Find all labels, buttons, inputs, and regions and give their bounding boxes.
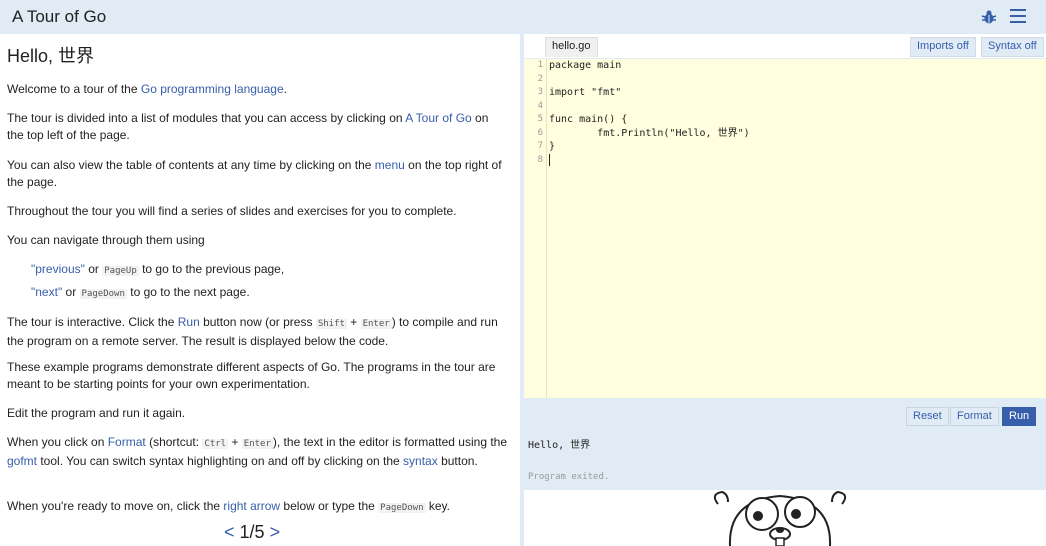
reset-button[interactable]: Reset <box>906 407 949 426</box>
code-area[interactable]: package main import "fmt" func main() { fm… <box>546 59 1046 398</box>
output-toolbar: Reset Format Run <box>524 398 1046 426</box>
line-number: 1 <box>537 60 543 70</box>
paragraph: When you're ready to move on, click the … <box>7 499 450 513</box>
format-link[interactable]: Format <box>108 435 146 449</box>
tour-of-go-link[interactable]: A Tour of Go <box>405 111 472 125</box>
paragraph: Throughout the tour you will find a seri… <box>7 204 457 218</box>
list-item: "next" or PageDown to go to the next pag… <box>31 285 250 299</box>
code-line[interactable] <box>549 153 1046 168</box>
next-page-button[interactable]: > <box>270 522 281 542</box>
output-panel: Hello, 世界 Program exited. <box>524 426 1046 490</box>
run-link[interactable]: Run <box>178 315 200 329</box>
line-number: 2 <box>537 73 543 84</box>
key-label: Enter <box>360 319 392 329</box>
paragraph: You can navigate through them using <box>7 233 205 247</box>
paragraph: The tour is divided into a list of modul… <box>7 111 489 142</box>
editor-toolbar: hello.go Imports off Syntax off <box>524 34 1046 59</box>
code-line[interactable]: import "fmt" <box>549 86 1046 100</box>
line-number: 3 <box>537 87 543 97</box>
right-arrow-link[interactable]: right arrow <box>223 499 280 513</box>
format-button[interactable]: Format <box>950 407 999 426</box>
key-label: Ctrl <box>202 439 229 449</box>
paragraph: When you click on Format (shortcut: Ctrl… <box>7 435 508 468</box>
lesson-title: Hello, 世界 <box>7 46 95 66</box>
paragraph: Edit the program and run it again. <box>7 406 186 420</box>
key-label: PageUp <box>102 266 139 276</box>
program-output: Hello, 世界 <box>528 440 591 451</box>
text-cursor <box>549 153 550 166</box>
code-line[interactable] <box>549 100 1046 114</box>
line-number: 4 <box>537 100 543 111</box>
key-label: PageDown <box>378 503 426 513</box>
paragraph: You can also view the table of contents … <box>7 158 502 189</box>
key-label: Enter <box>241 439 273 449</box>
file-tab[interactable]: hello.go <box>545 37 598 57</box>
app-title-link[interactable]: A Tour of Go <box>12 7 106 27</box>
code-line[interactable] <box>549 73 1046 87</box>
next-link[interactable]: "next" <box>31 285 62 299</box>
run-button[interactable]: Run <box>1002 407 1037 426</box>
code-line[interactable]: fmt.Println("Hello, 世界") <box>549 127 1046 141</box>
line-number: 6 <box>537 127 543 138</box>
previous-link[interactable]: "previous" <box>31 262 85 276</box>
imports-toggle-button[interactable]: Imports off <box>910 37 976 57</box>
code-line[interactable]: func main() { <box>549 113 1046 127</box>
prev-page-button[interactable]: < <box>224 522 235 542</box>
code-editor[interactable]: hello.go Imports off Syntax off 1 2 3 4 5 6 7 8… <box>524 34 1046 398</box>
syntax-toggle-button[interactable]: Syntax off <box>981 37 1044 57</box>
menu-link[interactable]: menu <box>375 158 405 172</box>
line-number: 8 <box>537 154 543 165</box>
top-bar: A Tour of Go <box>0 0 1046 34</box>
page-indicator: 1/5 <box>239 522 265 542</box>
paragraph: These example programs demonstrate diffe… <box>7 360 496 391</box>
paragraph: The tour is interactive. Click the Run b… <box>7 315 498 348</box>
list-item: "previous" or PageUp to go to the previo… <box>31 262 285 276</box>
line-number-gutter: 1 2 3 4 5 6 7 8 <box>524 59 546 398</box>
go-language-link[interactable]: Go programming language <box>141 82 284 96</box>
hamburger-menu-icon[interactable] <box>1010 9 1026 23</box>
code-line[interactable]: package main <box>549 59 1046 73</box>
line-number: 5 <box>537 114 543 124</box>
page-nav: < 1/5 > <box>224 522 281 542</box>
bug-icon[interactable] <box>981 9 997 25</box>
lesson-panel: Hello, 世界 Welcome to a tour of the Go pr… <box>0 34 520 546</box>
program-status: Program exited. <box>528 472 610 482</box>
gopher-mascot-image <box>713 490 847 546</box>
line-number: 7 <box>537 141 543 151</box>
key-label: PageDown <box>79 289 127 299</box>
key-label: Shift <box>315 319 347 329</box>
gofmt-link[interactable]: gofmt <box>7 454 37 468</box>
code-line[interactable]: } <box>549 140 1046 154</box>
syntax-link[interactable]: syntax <box>403 454 438 468</box>
paragraph: Welcome to a tour of the Go programming … <box>7 82 287 96</box>
